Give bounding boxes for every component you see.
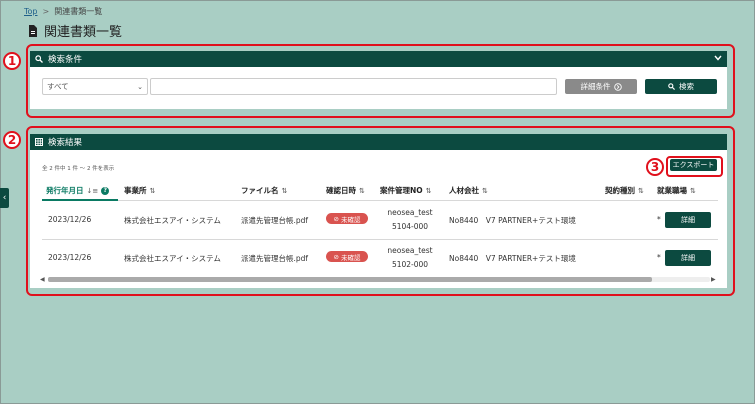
breadcrumb-separator: >: [42, 7, 50, 16]
cell-workplace: *: [657, 215, 661, 224]
annotation-marker-3: 3: [646, 158, 664, 176]
scroll-left-arrow[interactable]: ◀: [40, 276, 45, 283]
cell-office: 株式会社エスアイ・システム: [124, 254, 221, 263]
breadcrumb: Top > 関連書類一覧: [24, 6, 102, 17]
sort-icon: ⇅: [281, 186, 288, 195]
cell-file-name[interactable]: 派遣先管理台帳.pdf: [241, 253, 308, 264]
chevron-down-icon: ⌄: [137, 82, 143, 91]
page-title: 関連書類一覧: [28, 21, 122, 40]
cell-company: No8440 V7 PARTNER+テスト環境: [449, 254, 576, 263]
breadcrumb-current: 関連書類一覧: [54, 7, 103, 16]
column-header-confirmed-at[interactable]: 確認日時 ⇅: [326, 185, 365, 196]
sidebar-toggle-button[interactable]: ‹: [0, 188, 9, 208]
advanced-search-label: 詳細条件: [580, 82, 611, 91]
cell-issue-date: 2023/12/26: [48, 253, 92, 262]
sort-icon: ⇅: [425, 186, 432, 195]
cell-office: 株式会社エスアイ・システム: [124, 216, 221, 225]
results-panel-header: 検索結果: [30, 134, 727, 150]
row-divider: [42, 239, 718, 240]
sort-icon: ⇅: [690, 186, 696, 195]
result-count: 全 2 件中 1 件 〜 2 件を表示: [42, 166, 115, 172]
column-header-company[interactable]: 人材会社 ⇅: [449, 185, 488, 196]
column-header-office[interactable]: 事業所 ⇅: [124, 185, 155, 196]
sort-icon: ⇅: [638, 186, 644, 195]
search-input[interactable]: [150, 78, 557, 95]
scroll-right-arrow[interactable]: ▶: [711, 276, 716, 283]
chevron-left-icon: ‹: [2, 193, 7, 203]
annotation-marker-1: 1: [3, 52, 21, 70]
cell-company: No8440 V7 PARTNER+テスト環境: [449, 216, 576, 225]
status-badge: ⊘ 未確認: [326, 213, 368, 224]
column-header-contract-type[interactable]: 契約種別 ⇅: [605, 185, 644, 196]
search-panel-header[interactable]: 検索条件: [30, 51, 727, 67]
sort-desc-icon: ↓≡: [86, 186, 99, 195]
export-button[interactable]: エクスポート: [670, 159, 717, 171]
annotation-marker-2: 2: [3, 131, 21, 149]
chevron-down-icon[interactable]: [714, 54, 722, 64]
horizontal-scrollbar-thumb[interactable]: [48, 277, 652, 282]
category-select[interactable]: すべて ⌄: [42, 78, 148, 95]
detail-button[interactable]: 詳細: [665, 212, 711, 228]
column-header-file-name[interactable]: ファイル名 ⇅: [241, 185, 287, 196]
search-button-label: 検索: [679, 82, 694, 91]
search-icon: [35, 55, 43, 63]
search-panel-title: 検索条件: [48, 55, 83, 65]
active-column-underline: [42, 199, 118, 201]
cell-case-no: neosea_test 5102-000: [387, 246, 433, 269]
header-divider: [118, 200, 718, 201]
cell-file-name[interactable]: 派遣先管理台帳.pdf: [241, 215, 308, 226]
search-button[interactable]: 検索: [645, 79, 717, 94]
results-panel-title: 検索結果: [48, 138, 83, 148]
column-header-case-no[interactable]: 案件管理NO ⇅: [380, 185, 432, 196]
search-icon: [668, 83, 675, 90]
help-icon[interactable]: ?: [101, 186, 110, 195]
cell-case-no: neosea_test 5104-000: [387, 208, 433, 231]
sort-icon: ⇅: [482, 186, 488, 195]
column-header-workplace[interactable]: 就業職場 ⇅: [657, 185, 696, 196]
sort-icon: ⇅: [359, 186, 365, 195]
status-badge: ⊘ 未確認: [326, 251, 368, 262]
cell-issue-date: 2023/12/26: [48, 215, 92, 224]
warning-circle-icon: ⊘: [333, 214, 339, 223]
results-panel: 検索結果: [30, 134, 727, 288]
breadcrumb-top-link[interactable]: Top: [24, 7, 38, 16]
category-select-value: すべて: [47, 82, 69, 91]
detail-button[interactable]: 詳細: [665, 250, 711, 266]
page-title-text: 関連書類一覧: [44, 25, 123, 40]
warning-circle-icon: ⊘: [333, 252, 339, 261]
document-icon: [29, 24, 37, 37]
sort-icon: ⇅: [149, 186, 156, 195]
cell-workplace: *: [657, 253, 661, 262]
table-icon: [35, 138, 43, 146]
advanced-search-button[interactable]: 詳細条件: [565, 79, 637, 94]
chevron-circle-right-icon: [613, 82, 622, 91]
column-header-issue-date[interactable]: 発行年月日 ↓≡ ?: [46, 185, 110, 196]
